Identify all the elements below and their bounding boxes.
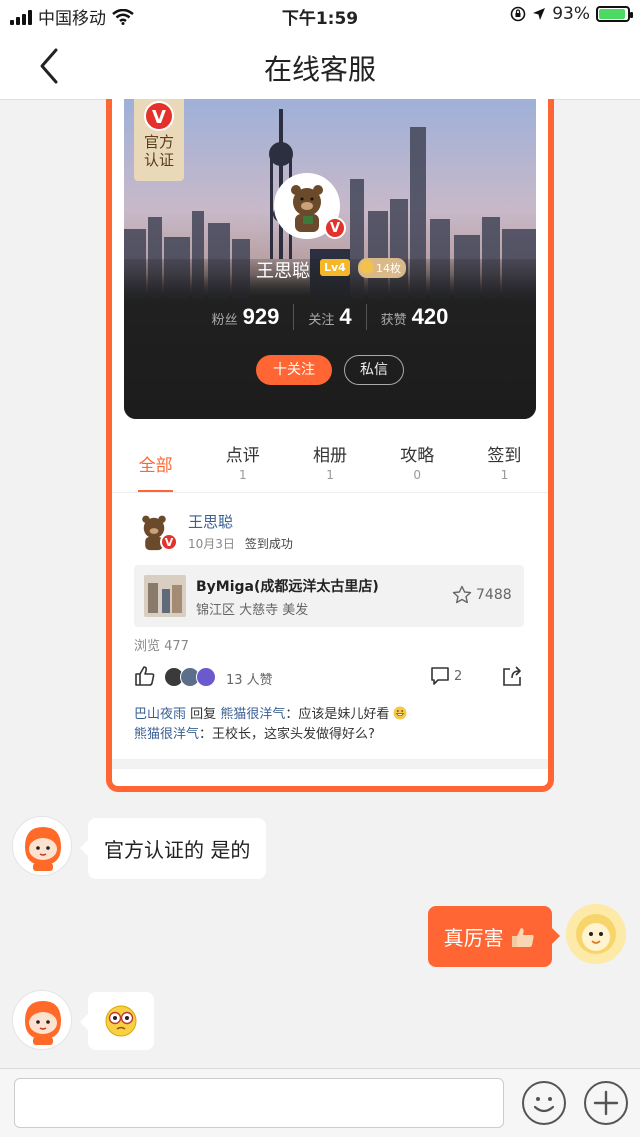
profile-name: 王思聪 bbox=[256, 261, 310, 282]
tab-label: 相册 bbox=[313, 446, 347, 466]
level-badge: Lv4 bbox=[320, 259, 350, 276]
nav-bar: 在线客服 bbox=[0, 30, 640, 100]
tab-all[interactable]: 全部 bbox=[112, 435, 199, 492]
chat-text: 真厉害 bbox=[443, 926, 504, 950]
emoji-button[interactable] bbox=[522, 1081, 566, 1125]
stat-label: 粉丝 bbox=[211, 313, 238, 328]
user-mascot-avatar-icon bbox=[566, 904, 626, 964]
shop-thumbnail bbox=[144, 575, 186, 617]
mascot-avatar-icon bbox=[13, 991, 71, 1049]
post-action: 签到成功 bbox=[244, 537, 293, 551]
thumbs-up-icon[interactable] bbox=[134, 665, 156, 687]
comment-text: ：应该是妹儿好看 bbox=[285, 707, 390, 722]
shop-favorites[interactable]: 7488 bbox=[452, 585, 512, 605]
battery-fill bbox=[599, 9, 626, 19]
tab-reviews[interactable]: 点评 1 bbox=[199, 435, 286, 492]
card-divider bbox=[112, 759, 548, 769]
tab-count: 1 bbox=[238, 468, 247, 482]
comment-user[interactable]: 熊猫很洋气 bbox=[134, 727, 199, 742]
smiley-icon bbox=[533, 1097, 555, 1113]
stat-value: 4 bbox=[339, 304, 352, 329]
verified-v-icon: V bbox=[144, 101, 174, 131]
liker-avatar[interactable] bbox=[196, 667, 216, 687]
tab-label: 全部 bbox=[138, 456, 173, 476]
stat-label: 获赞 bbox=[380, 313, 407, 328]
chat-bubble-outgoing: 真厉害 bbox=[427, 906, 561, 967]
profile-tabs: 全部 点评 1 相册 1 攻略 0 签到 1 bbox=[112, 435, 548, 493]
mascot-avatar-icon bbox=[13, 817, 71, 875]
tab-count: 1 bbox=[500, 468, 509, 482]
follow-button[interactable]: 十关注 bbox=[256, 355, 332, 385]
tab-guides[interactable]: 攻略 0 bbox=[374, 435, 461, 492]
orientation-lock-icon bbox=[510, 6, 526, 22]
service-avatar[interactable] bbox=[12, 816, 72, 876]
comment-reply-to[interactable]: 熊猫很洋气 bbox=[220, 707, 285, 722]
chat-text: 官方认证的 是的 bbox=[104, 838, 251, 862]
stat-label: 关注 bbox=[308, 313, 335, 328]
hero-shade bbox=[124, 259, 536, 419]
comment-icon[interactable] bbox=[430, 666, 450, 686]
post-author-name[interactable]: 王思聪 bbox=[188, 511, 233, 532]
reply-word: 回复 bbox=[190, 707, 217, 722]
shop-star-count: 7488 bbox=[476, 587, 512, 603]
user-avatar[interactable] bbox=[566, 904, 626, 964]
private-message-button[interactable]: 私信 bbox=[344, 355, 404, 385]
shop-category: 锦江区 大慈寺 美发 bbox=[196, 603, 309, 618]
comment-row: 巴山夜雨 回复 熊猫很洋气：应该是妹儿好看 bbox=[134, 703, 407, 722]
share-icon[interactable] bbox=[502, 665, 522, 687]
view-count: 浏览 477 bbox=[134, 639, 189, 654]
tab-count: 0 bbox=[413, 468, 422, 482]
plus-icon bbox=[593, 1090, 619, 1116]
tab-album[interactable]: 相册 1 bbox=[286, 435, 373, 492]
dazed-emoji-icon bbox=[105, 1005, 137, 1037]
comment-user[interactable]: 巴山夜雨 bbox=[134, 707, 186, 722]
stat-following[interactable]: 关注 4 bbox=[293, 304, 365, 330]
post-actions: 13 人赞 2 bbox=[134, 665, 524, 689]
location-icon bbox=[533, 8, 546, 20]
status-right: 93% bbox=[510, 4, 633, 24]
tab-label: 签到 bbox=[487, 446, 522, 466]
star-icon bbox=[452, 585, 472, 604]
stat-fans[interactable]: 粉丝 929 bbox=[198, 304, 294, 330]
official-certified-badge: V 官方 认证 bbox=[134, 99, 184, 181]
tab-label: 攻略 bbox=[400, 446, 435, 466]
chat-input-bar bbox=[0, 1068, 640, 1137]
author-verified-icon: V bbox=[160, 533, 178, 551]
stat-likes[interactable]: 获赞 420 bbox=[365, 304, 463, 330]
battery-icon bbox=[596, 6, 633, 22]
service-avatar[interactable] bbox=[12, 990, 72, 1050]
thumbs-up-emoji-icon bbox=[512, 928, 534, 947]
stat-value: 420 bbox=[411, 304, 449, 329]
stat-value: 929 bbox=[242, 304, 280, 329]
official-line2: 认证 bbox=[143, 151, 174, 169]
shared-profile-card[interactable]: V 官方 认证 V 王思聪 Lv4 14枚 粉丝 929 关注 4 获赞 420 十关… bbox=[106, 99, 554, 792]
comment-row: 熊猫很洋气：王校长，这家头发做得好么? bbox=[134, 723, 375, 742]
shop-card[interactable]: ByMiga(成都远洋太古里店) 锦江区 大慈寺 美发 7488 bbox=[134, 565, 524, 627]
message-input[interactable] bbox=[14, 1078, 504, 1128]
chat-bubble-incoming: 官方认证的 是的 bbox=[79, 818, 267, 879]
profile-hero: V 官方 认证 V 王思聪 Lv4 14枚 粉丝 929 关注 4 获赞 420 十关… bbox=[124, 99, 536, 419]
battery-percent: 93% bbox=[552, 4, 590, 24]
like-count: 13 人赞 bbox=[226, 673, 273, 688]
tab-label: 点评 bbox=[225, 446, 260, 466]
post-date: 10月3日 bbox=[188, 537, 235, 551]
grin-emoji-icon bbox=[393, 706, 407, 720]
avatar-verified-icon: V bbox=[324, 217, 346, 239]
official-line1: 官方 bbox=[143, 133, 174, 151]
post-meta: 10月3日 签到成功 bbox=[188, 535, 293, 552]
medal-badge[interactable]: 14枚 bbox=[358, 258, 406, 278]
chat-bubble-incoming bbox=[80, 992, 154, 1050]
profile-stats: 粉丝 929 关注 4 获赞 420 bbox=[124, 304, 536, 330]
more-button[interactable] bbox=[584, 1081, 628, 1125]
shop-name: ByMiga(成都远洋太古里店) bbox=[196, 579, 379, 595]
tab-checkin[interactable]: 签到 1 bbox=[461, 435, 548, 492]
tab-count: 1 bbox=[326, 468, 334, 482]
page-title: 在线客服 bbox=[263, 53, 376, 86]
status-bar: 中国移动 下午1:59 93% bbox=[0, 0, 640, 30]
comment-text: ：王校长，这家头发做得好么? bbox=[199, 727, 375, 742]
comment-count: 2 bbox=[454, 669, 463, 684]
